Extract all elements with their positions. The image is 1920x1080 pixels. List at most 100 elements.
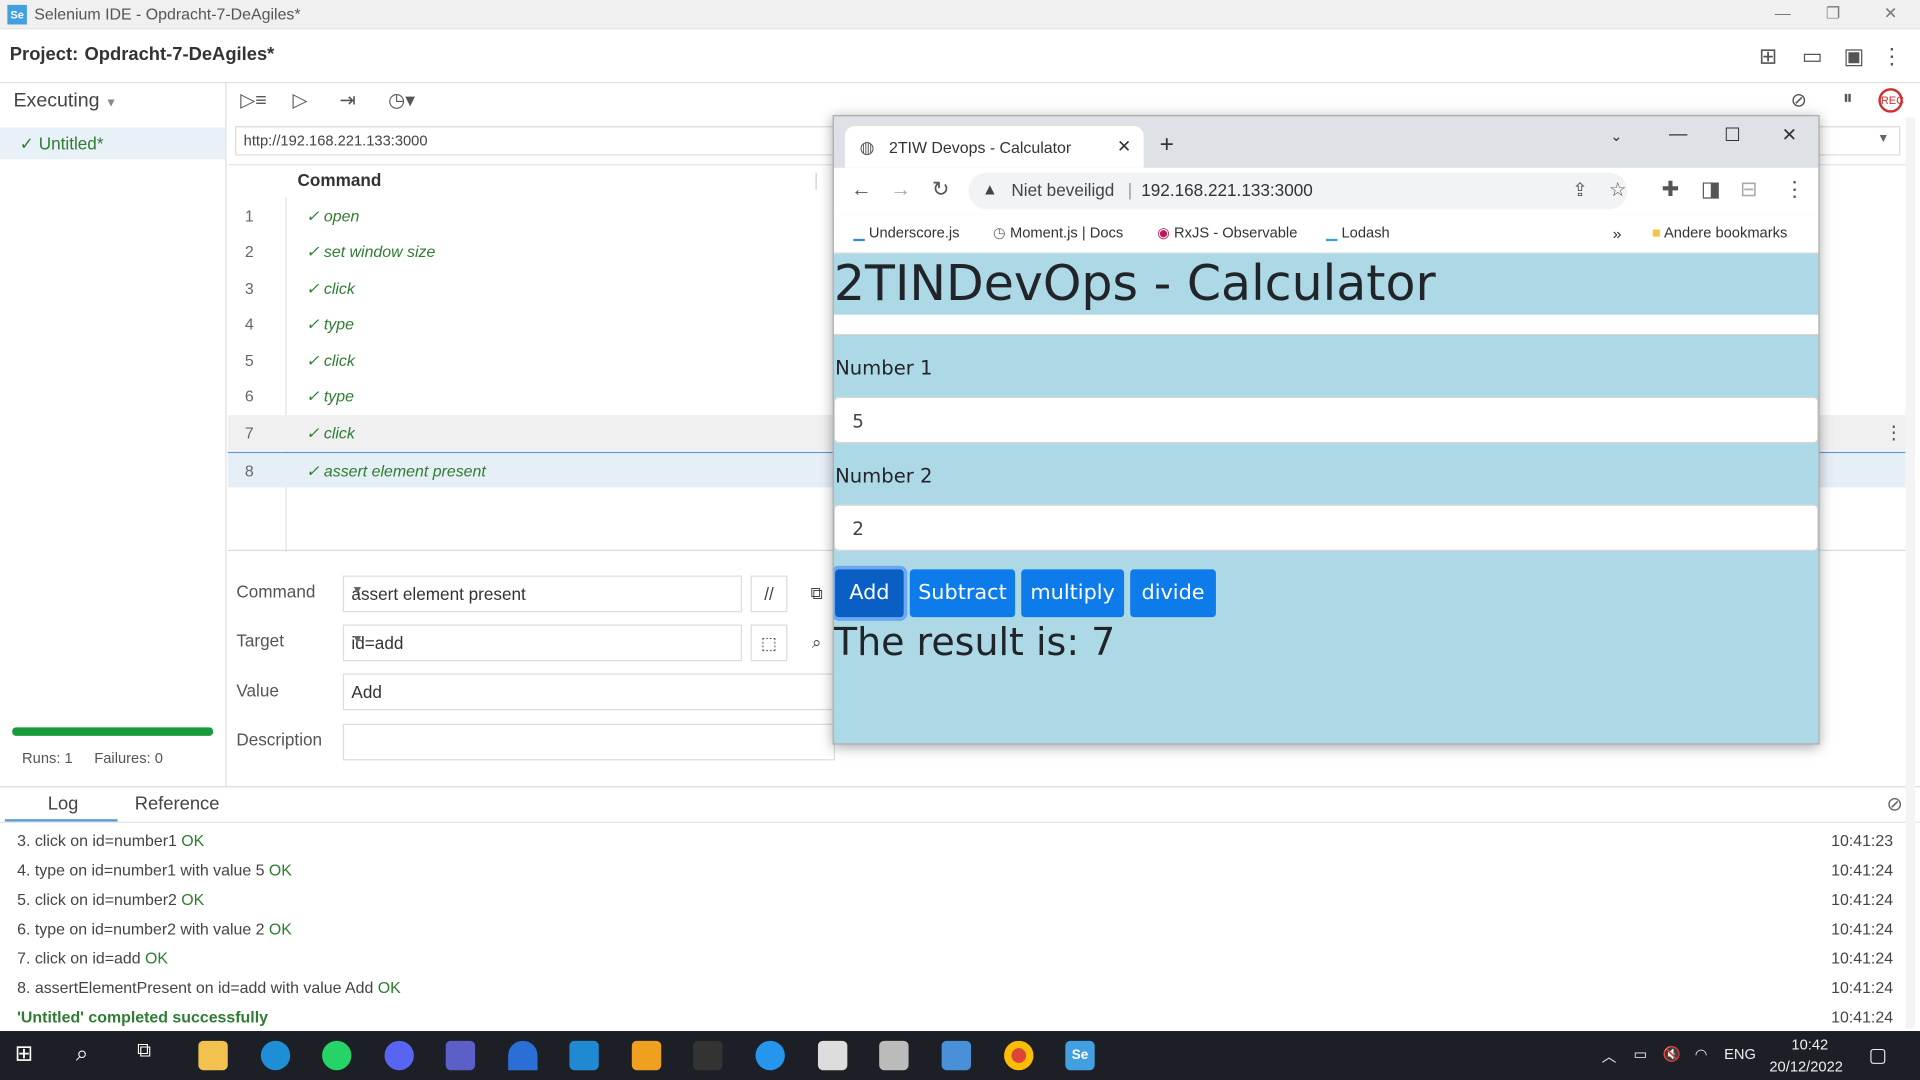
- select-target-icon[interactable]: ⬚: [750, 624, 788, 662]
- back-icon[interactable]: ←: [851, 178, 872, 202]
- security-indicator[interactable]: Niet beveiligd: [1011, 180, 1114, 200]
- reload-icon[interactable]: ↻: [932, 178, 949, 202]
- selenium-extension-icon[interactable]: ⊟: [1740, 178, 1757, 202]
- browser-window: ◍ 2TIW Devops - Calculator ✕ + ⌄ — ☐ ✕ ←…: [832, 115, 1820, 745]
- wifi-icon[interactable]: ◠: [1695, 1046, 1708, 1063]
- pause-on-exceptions-icon[interactable]: ⏸: [1834, 88, 1861, 112]
- chevron-down-icon[interactable]: ▼: [351, 633, 731, 646]
- bookmark-item[interactable]: ◷ Moment.js | Docs: [993, 224, 1123, 241]
- more-options-icon[interactable]: ⋮: [1878, 43, 1905, 70]
- clock-time[interactable]: 10:42: [1791, 1036, 1828, 1053]
- command-input[interactable]: assert element present ▼: [342, 575, 743, 613]
- address-bar[interactable]: ▲ Niet beveiligd | 192.168.221.133:3000 …: [968, 172, 1628, 210]
- subtract-button[interactable]: Subtract: [909, 569, 1016, 618]
- file-explorer-icon[interactable]: [198, 1040, 228, 1071]
- forward-icon[interactable]: →: [890, 178, 911, 202]
- bookmark-item[interactable]: ▁ Lodash: [1326, 224, 1390, 241]
- chevron-down-icon[interactable]: ▼: [1877, 132, 1889, 145]
- chrome-icon[interactable]: [1004, 1040, 1034, 1071]
- app-icon[interactable]: [508, 1040, 538, 1071]
- column-divider[interactable]: [815, 172, 817, 190]
- share-icon[interactable]: ⇪: [1572, 179, 1587, 201]
- browser-tab[interactable]: ◍ 2TIW Devops - Calculator ✕: [844, 126, 1144, 168]
- tray-chevron-icon[interactable]: ︿: [1602, 1046, 1617, 1067]
- app-icon[interactable]: [569, 1040, 599, 1071]
- executing-dropdown[interactable]: Executing ▼: [13, 91, 117, 113]
- save-project-icon[interactable]: ▣: [1840, 43, 1867, 70]
- whatsapp-icon[interactable]: [322, 1040, 352, 1071]
- multiply-button[interactable]: multiply: [1021, 569, 1125, 618]
- log-line: 3. click on id=number1 OK: [17, 831, 205, 850]
- new-tab-icon[interactable]: +: [1160, 131, 1174, 159]
- row-menu-icon[interactable]: ⋮: [1884, 421, 1902, 443]
- volume-icon[interactable]: 🔇: [1663, 1046, 1681, 1063]
- task-view-icon[interactable]: ⧉: [137, 1041, 166, 1070]
- divider: [833, 314, 1819, 336]
- star-icon[interactable]: ☆: [1609, 178, 1627, 202]
- bookmarks-bar: ▁ Underscore.js ◷ Moment.js | Docs ◉ RxJ…: [833, 214, 1819, 254]
- more-bookmarks-icon[interactable]: »: [1613, 224, 1622, 242]
- new-project-icon[interactable]: ⊞: [1755, 43, 1782, 70]
- divide-button[interactable]: divide: [1130, 569, 1216, 618]
- disable-breakpoints-icon[interactable]: ⊘: [1785, 88, 1812, 112]
- notifications-icon[interactable]: ▢: [1869, 1043, 1888, 1067]
- description-input[interactable]: [342, 723, 836, 761]
- language-indicator[interactable]: ENG: [1724, 1046, 1756, 1063]
- record-icon[interactable]: REC: [1878, 88, 1904, 113]
- bookmark-item[interactable]: ▁ Underscore.js: [853, 224, 959, 241]
- app-icon[interactable]: [879, 1040, 909, 1071]
- start-icon[interactable]: ⊞: [15, 1041, 44, 1070]
- target-input[interactable]: id=add ▼: [342, 624, 743, 662]
- browser-maximize-button[interactable]: ☐: [1724, 124, 1740, 146]
- run-test-icon[interactable]: ▷: [287, 88, 314, 112]
- tab-search-icon[interactable]: ⌄: [1610, 127, 1622, 144]
- number1-input[interactable]: 5: [833, 396, 1819, 444]
- test-item-untitled[interactable]: ✓ Untitled*: [0, 127, 226, 160]
- open-reference-icon[interactable]: ⧉: [798, 575, 836, 613]
- docker-icon[interactable]: [755, 1040, 785, 1071]
- clock-date[interactable]: 20/12/2022: [1769, 1058, 1843, 1075]
- search-icon[interactable]: ⌕: [76, 1041, 105, 1070]
- terminal-icon[interactable]: [693, 1040, 723, 1071]
- log-line: 4. type on id=number1 with value 5 OK: [17, 860, 292, 880]
- minimize-button[interactable]: —: [1771, 4, 1795, 26]
- edge-icon[interactable]: [260, 1040, 291, 1071]
- other-bookmarks[interactable]: ■ Andere bookmarks: [1652, 224, 1787, 241]
- battery-icon[interactable]: ▭: [1633, 1046, 1647, 1063]
- restore-button[interactable]: ❐: [1821, 4, 1845, 26]
- log-time: 10:41:24: [1831, 890, 1894, 909]
- browser-minimize-button[interactable]: —: [1669, 124, 1687, 145]
- app-icon[interactable]: [941, 1040, 972, 1071]
- bookmark-item[interactable]: ◉ RxJS - Observable: [1157, 224, 1297, 241]
- app-icon[interactable]: [631, 1040, 662, 1071]
- selenium-taskbar-icon[interactable]: Se: [1065, 1040, 1095, 1071]
- browser-close-button[interactable]: ✕: [1782, 124, 1797, 146]
- app-icon[interactable]: [817, 1040, 848, 1071]
- windows-taskbar: ⊞ ⌕ ⧉ Se ︿ ▭ 🔇 ◠ ENG 10:42 20/12/2022 ▢: [0, 1031, 1920, 1080]
- teams-icon[interactable]: [445, 1040, 476, 1071]
- discord-icon[interactable]: [384, 1040, 414, 1071]
- side-panel-icon[interactable]: ◨: [1701, 178, 1721, 202]
- find-target-icon[interactable]: ⌕: [798, 624, 836, 662]
- address-url[interactable]: 192.168.221.133:3000: [1141, 180, 1313, 200]
- clear-log-icon[interactable]: ⊘: [1886, 792, 1902, 816]
- close-tab-icon[interactable]: ✕: [1117, 136, 1131, 157]
- test-item-label: ✓ Untitled*: [19, 133, 104, 154]
- add-button[interactable]: Add: [835, 569, 904, 618]
- extensions-icon[interactable]: ✚: [1662, 178, 1679, 202]
- log-time: 10:41:24: [1831, 919, 1894, 938]
- tab-reference[interactable]: Reference: [135, 793, 220, 814]
- number2-input[interactable]: 2: [833, 504, 1819, 552]
- comment-toggle-button[interactable]: //: [750, 575, 788, 613]
- browser-menu-icon[interactable]: ⋮: [1784, 178, 1805, 202]
- value-input[interactable]: Add: [342, 673, 836, 711]
- step-over-icon[interactable]: ⇥: [334, 88, 361, 112]
- tab-log[interactable]: Log: [48, 793, 79, 814]
- open-project-icon[interactable]: ▭: [1799, 43, 1826, 70]
- project-name[interactable]: Opdracht-7-DeAgiles*: [84, 44, 274, 65]
- run-all-tests-icon[interactable]: ▷≡: [240, 88, 267, 112]
- close-button[interactable]: ✕: [1878, 4, 1902, 26]
- chevron-down-icon[interactable]: ▼: [351, 584, 731, 597]
- scrollbar[interactable]: [1905, 117, 1916, 1029]
- speed-icon[interactable]: ◷▾: [388, 88, 415, 112]
